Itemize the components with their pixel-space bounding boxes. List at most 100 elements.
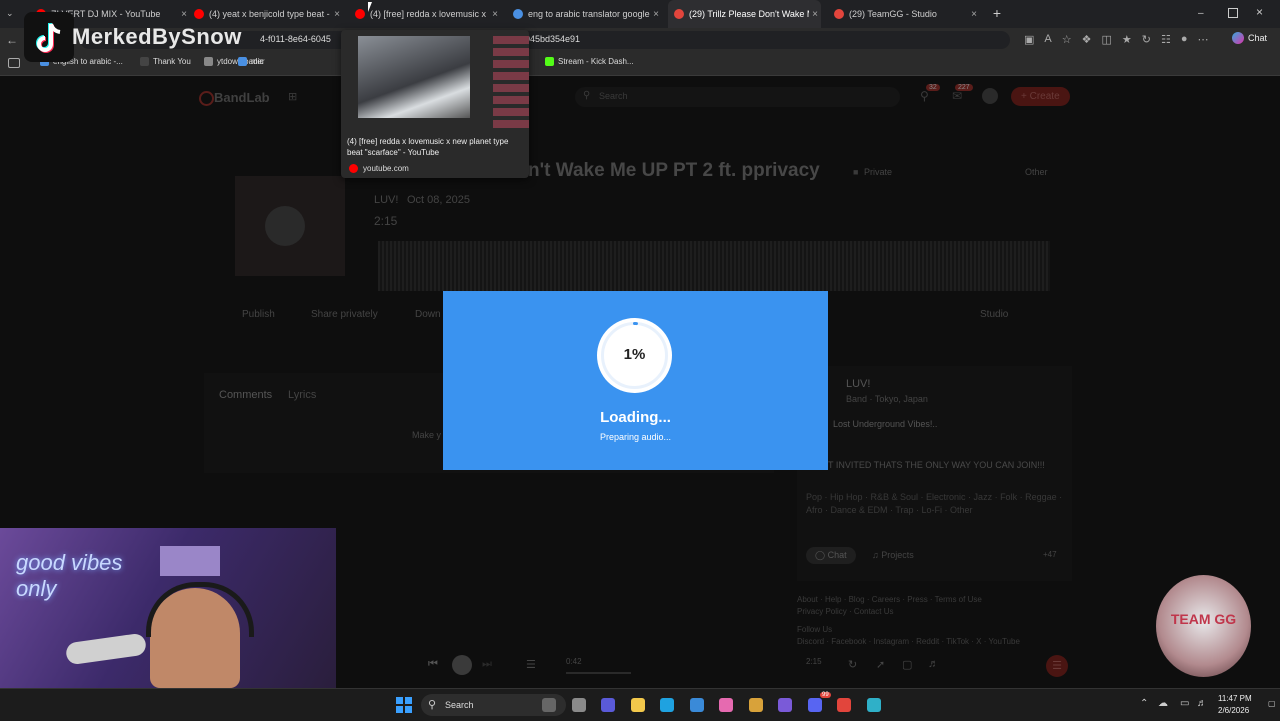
player-time-left: 0:42 [566,657,582,666]
history-icon[interactable]: ↻ [1142,33,1151,47]
next-track-icon[interactable]: ⏭ [482,658,492,671]
chat-button[interactable]: ◯ Chat [806,547,856,564]
notifications-bell-icon[interactable]: ⚲ [920,89,929,103]
file-explorer-icon[interactable] [630,698,645,712]
widgets-icon[interactable] [542,698,556,712]
loading-progress-circle: 1% [597,318,672,393]
extensions-icon[interactable]: ❖ [1082,33,1092,47]
tab-close-icon[interactable]: × [331,9,343,20]
clock-time[interactable]: 11:47 PM [1218,694,1252,703]
bookmark-item[interactable]: mic [238,57,263,66]
create-button[interactable]: + Create [1011,87,1070,106]
tray-chevron-icon[interactable]: ⌃ [1140,698,1148,709]
collections-icon[interactable]: ☷ [1161,33,1171,47]
browser-toolbar-icons[interactable]: ▣ A ☆ ❖ ◫ ★ ↻ ☷ ● ⋯ [1024,33,1229,47]
favorites-icon[interactable]: ★ [1122,33,1132,47]
tab-close-icon[interactable]: × [809,9,821,20]
queue-icon[interactable]: ☰ [526,658,536,671]
footer-socials[interactable]: Discord · Facebook · Instagram · Reddit … [797,636,1077,648]
profile-bio: Lost Underground Vibes!.. [833,419,938,429]
studio-button[interactable]: Studio [980,309,1008,320]
profile-avatar-icon[interactable]: ● [1181,33,1188,47]
prev-track-icon[interactable]: ⏮ [428,658,438,671]
minimize-button[interactable]: – [1198,8,1208,19]
task-view-icon[interactable] [571,698,586,712]
tab-item[interactable]: (29) Trillz Please Don't Wake Me U× [668,0,821,28]
preview-domain: youtube.com [363,164,409,173]
speaker-icon[interactable]: ♬ [1197,698,1207,709]
store-icon[interactable] [689,698,704,712]
edge-icon[interactable] [660,698,674,712]
copilot-chat-button[interactable]: Chat [1232,32,1267,44]
notification-center-icon[interactable]: ▢ [1268,699,1276,708]
publish-button[interactable]: Publish [242,309,275,320]
bandlab-icon[interactable] [837,698,851,712]
teams-icon[interactable] [601,698,615,712]
download-button[interactable]: Down [415,309,441,320]
network-icon[interactable]: ☁ [1158,698,1168,709]
tab-comments[interactable]: Comments [219,389,272,401]
split-screen-icon[interactable]: ◫ [1102,33,1112,47]
tab-close-icon[interactable]: × [968,9,980,20]
repeat-icon[interactable]: ↻ [848,658,857,671]
capcut-icon[interactable] [719,698,733,712]
footer-links-row1[interactable]: About · Help · Blog · Careers · Press · … [797,594,1077,606]
profile-invite-text: U GET INVITED THATS THE ONLY WAY YOU CAN… [806,460,1045,470]
maximize-button[interactable] [1228,8,1238,18]
app-icon[interactable]: ▣ [1024,33,1034,47]
apps-grid-icon[interactable]: ⊞ [288,90,297,103]
profile-name[interactable]: LUV! [846,378,870,390]
copilot-icon[interactable] [748,698,763,712]
user-avatar[interactable] [982,88,998,104]
favorite-star-icon[interactable]: ☆ [1062,33,1072,47]
webcam-shelf [160,546,220,576]
bandlab-logo[interactable]: BandLab [214,90,270,105]
comment-input-placeholder[interactable]: Make y [412,430,441,440]
tab-item[interactable]: eng to arabic translator google - S× [507,0,662,28]
settings-icon[interactable] [778,698,792,712]
notepad-icon[interactable] [866,698,881,712]
bookmark-item[interactable]: Stream - Kick Dash... [545,57,634,66]
lock-icon: ■ [853,167,859,177]
player-menu-button[interactable]: ☰ [1046,655,1068,677]
tab-search-menu-icon[interactable]: ⌄ [6,8,18,20]
player-time-right: 2:15 [806,657,822,666]
bookmark-item[interactable]: Thank You [140,57,191,66]
search-input[interactable]: ⚲ Search [575,87,900,107]
tab-favicon-icon [674,9,684,19]
discord-icon[interactable] [807,698,822,712]
visualizer-icon[interactable]: ▢ [902,658,912,671]
artist-name[interactable]: LUV! [374,194,398,206]
start-windows-icon[interactable] [396,697,412,713]
chat-button-label: Chat [827,550,847,560]
tab-item[interactable]: (29) TeamGG - Studio × [828,0,980,28]
back-button[interactable]: ← [4,32,20,48]
cover-art [235,176,345,276]
clock-date[interactable]: 2/6/2026 [1218,706,1249,715]
mouse-cursor [368,2,372,12]
profile-meta: Band · Tokyo, Japan [846,394,928,404]
messages-icon[interactable]: ✉ [952,89,962,103]
waveform[interactable] [378,241,1050,291]
footer-links-row2[interactable]: Privacy Policy · Contact Us [797,606,1077,618]
notifications-badge: 32 [926,84,940,91]
volume-icon[interactable]: ♬ [928,658,939,670]
projects-button[interactable]: ♫ Projects [872,550,914,560]
projects-label: Projects [881,550,914,560]
new-tab-button[interactable]: + [990,6,1004,20]
more-menu-icon[interactable]: ⋯ [1198,33,1209,47]
player-play-button[interactable] [452,655,472,675]
sidebar-icon[interactable] [8,58,20,68]
close-window-button[interactable]: × [1256,5,1263,19]
play-icon[interactable] [265,206,305,246]
read-aloud-icon[interactable]: A [1044,33,1051,47]
share-privately-button[interactable]: Share privately [311,309,378,320]
tab-close-icon[interactable]: × [650,9,662,20]
search-placeholder: Search [599,91,628,101]
tiktok-logo-icon [24,12,74,62]
battery-icon[interactable]: ▭ [1180,698,1189,709]
tab-lyrics[interactable]: Lyrics [288,389,316,401]
tab-close-icon[interactable]: × [489,9,501,20]
player-progress[interactable] [566,672,631,674]
share-icon[interactable]: ➚ [876,658,885,671]
